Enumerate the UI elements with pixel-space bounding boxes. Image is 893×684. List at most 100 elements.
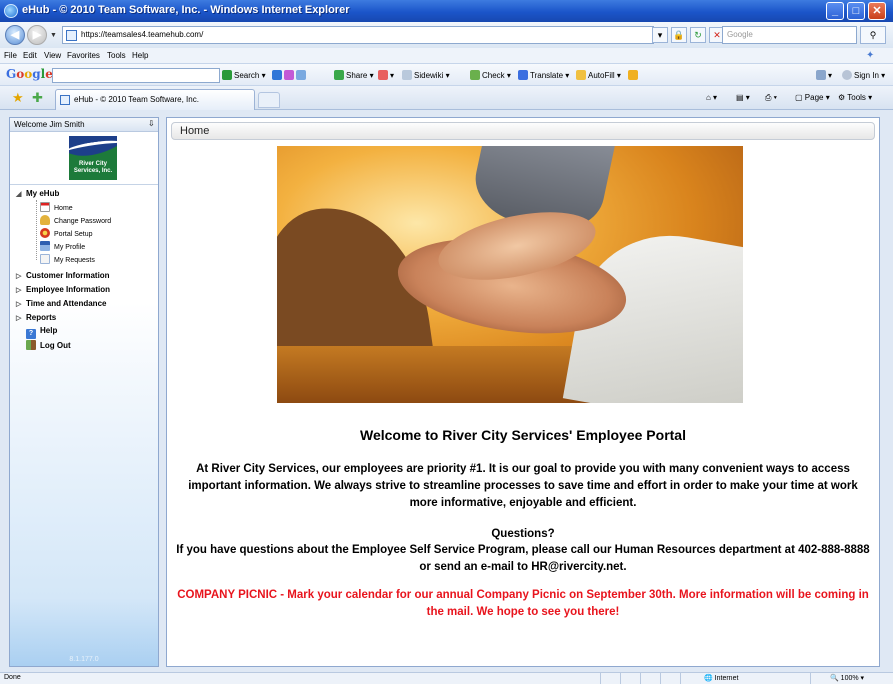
forward-button[interactable]: ▶ [27,25,47,45]
nav-help[interactable]: ? Help [26,326,57,339]
lock-icon[interactable]: 🔒 [671,27,687,43]
menu-favorites[interactable]: Favorites [67,51,100,60]
translate-button[interactable]: Translate ▾ [518,70,569,80]
address-dropdown-icon[interactable]: ▾ [652,27,668,43]
status-divider [620,673,621,684]
url-text: https://teamsales4.teamehub.com/ [81,30,204,39]
print-button[interactable]: ⎙ ▾ [765,93,777,103]
nav-log-out-label: Log Out [40,341,71,350]
logo-text: River City Services, Inc. [73,161,113,174]
google-search-input[interactable] [52,68,220,83]
contact-paragraph: If you have questions about the Employee… [176,544,870,573]
page-menu[interactable]: ▢ Page ▾ [795,93,830,102]
page-menu-label: Page [804,93,824,102]
add-favorites-icon[interactable]: ✚ [32,90,43,106]
wrench-icon [816,70,826,80]
check-button[interactable]: Check ▾ [470,70,511,80]
pencil-icon-shape [628,70,638,80]
globe-icon [272,70,282,80]
nav-change-password[interactable]: Change Password [40,215,111,225]
nav-my-requests-label: My Requests [54,257,95,264]
nav-reports[interactable]: ▷ Reports [16,313,56,322]
divider [10,184,158,185]
new-tab-button[interactable] [258,92,280,108]
nav-time-and-attendance[interactable]: ▷ Time and Attendance [16,299,106,308]
close-button[interactable]: ✕ [868,2,886,20]
autofill-label: AutoFill [588,71,615,80]
nav-change-password-label: Change Password [54,218,112,225]
nav-time-and-attendance-label: Time and Attendance [26,299,107,308]
nav-my-requests[interactable]: My Requests [40,254,95,264]
nav-home[interactable]: Home [40,202,73,212]
menu-view[interactable]: View [44,51,61,60]
share-label: Share [346,71,368,80]
google-search-icon [222,70,232,80]
search-input[interactable]: Google [722,26,857,44]
nav-my-profile[interactable]: My Profile [40,241,85,251]
welcome-bar: Welcome Jim Smith ⇩ [10,118,158,132]
menu-help[interactable]: Help [132,51,148,60]
nav-employee-information[interactable]: ▷ Employee Information [16,285,110,294]
team-hands-photo [277,146,743,403]
back-button[interactable]: ◀ [5,25,25,45]
tools-menu[interactable]: ⚙ Tools ▾ [838,93,872,102]
internet-explorer-icon [4,4,18,18]
security-zone[interactable]: 🌐 Internet [704,674,738,682]
picnic-announcement: COMPANY PICNIC - Mark your calendar for … [177,589,869,618]
collapsed-arrow-icon: ▷ [16,315,22,322]
recent-pages-dropdown-icon[interactable]: ▼ [50,32,57,39]
google-search-label: Search [234,71,260,80]
collapsed-arrow-icon: ▷ [16,287,22,294]
nav-reports-label: Reports [26,313,57,322]
spellcheck-icon [470,70,480,80]
minimize-button[interactable]: _ [826,2,844,20]
menu-tools[interactable]: Tools [107,51,126,60]
google-toolbar: Google Search ▾ Share ▾ ▾ Sidewiki ▾ Che… [0,64,893,86]
maximize-button[interactable]: □ [847,2,865,20]
nav-portal-setup[interactable]: Portal Setup [40,228,93,238]
zoom-level[interactable]: 🔍 100% ▾ [830,674,864,682]
nav-customer-information[interactable]: ▷ Customer Information [16,271,110,280]
sidewiki-button[interactable]: Sidewiki ▾ [402,70,450,80]
favorites-star-icon[interactable]: ★ [12,90,24,106]
settings-button[interactable]: ▾ [816,70,832,80]
version-label: 8.1.177.0 [69,656,99,663]
status-divider [640,673,641,684]
status-divider [600,673,601,684]
ie-toolbar-icon[interactable]: ✦ [866,50,874,61]
toolbar-icons-group[interactable] [272,70,308,80]
status-divider [680,673,681,684]
tab-page-icon [60,95,70,105]
tab-ehub[interactable]: eHub - © 2010 Team Software, Inc. [55,89,255,110]
collapsed-arrow-icon: ▷ [16,301,22,308]
menu-bar: File Edit View Favorites Tools Help ✦ [0,48,893,64]
search-icon[interactable]: ⚲ [860,26,886,44]
autofill-button[interactable]: AutoFill ▾ [576,70,621,80]
tools-menu-label: Tools [847,93,866,102]
google-search-button[interactable]: Search ▾ [222,70,266,80]
share-button[interactable]: Share ▾ [334,70,374,80]
menu-file[interactable]: File [4,51,17,60]
nav-my-ehub-label: My eHub [26,189,60,198]
google-logo: Google [6,67,53,81]
highlight-button[interactable]: ▾ [378,70,394,80]
sidebar: Welcome Jim Smith ⇩ River City Services,… [9,117,159,667]
sign-in-button[interactable]: Sign In ▾ [842,70,885,80]
tree-line [36,200,37,260]
nav-customer-information-label: Customer Information [26,271,110,280]
logout-door-icon [26,340,36,350]
status-text: Done [4,674,21,681]
window-title-bar: eHub - © 2010 Team Software, Inc. - Wind… [0,0,893,22]
nav-log-out[interactable]: Log Out [26,340,71,350]
url-field[interactable]: https://teamsales4.teamehub.com/ [62,26,654,44]
company-logo: River City Services, Inc. [69,136,117,180]
nav-my-ehub[interactable]: ◢ My eHub [16,189,59,198]
help-icon: ? [26,329,36,339]
security-zone-label: Internet [714,675,739,682]
pin-icon[interactable]: ⇩ [148,119,155,128]
feeds-button[interactable]: ▤ ▾ [736,93,750,102]
pencil-icon[interactable] [628,70,640,80]
refresh-icon[interactable]: ↻ [690,27,706,43]
home-button[interactable]: ⌂ ▾ [706,93,717,102]
menu-edit[interactable]: Edit [23,51,37,60]
